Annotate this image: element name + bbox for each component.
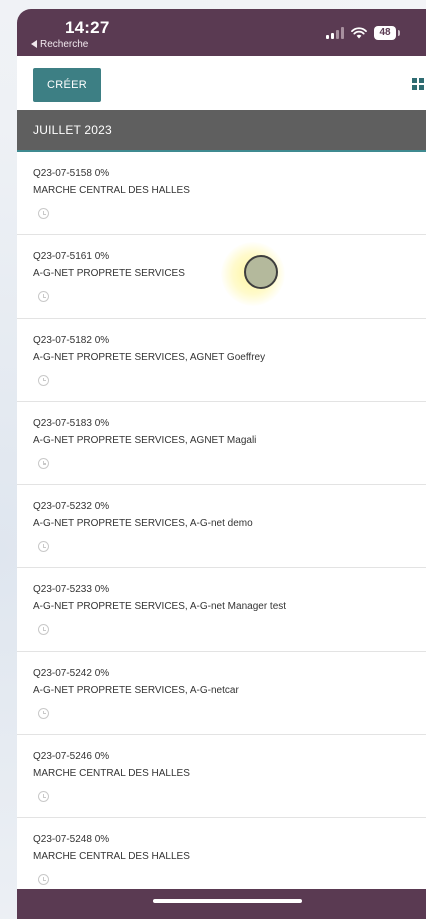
back-to-app-label: Recherche	[40, 39, 89, 50]
status-icons: 48	[326, 25, 400, 41]
back-arrow-icon	[31, 40, 37, 48]
list-item[interactable]: Q23-07-5242 0% A-G-NET PROPRETE SERVICES…	[17, 651, 426, 736]
item-reference: Q23-07-5233 0%	[33, 584, 110, 596]
touch-indicator	[244, 255, 278, 289]
grid-icon[interactable]	[412, 78, 424, 90]
group-header[interactable]: JUILLET 2023	[17, 110, 426, 152]
list-item[interactable]: Q23-07-5183 0% A-G-NET PROPRETE SERVICES…	[17, 401, 426, 486]
cellular-signal-icon	[326, 27, 344, 39]
battery-icon: 48	[374, 26, 400, 40]
item-reference: Q23-07-5242 0%	[33, 667, 110, 679]
list-item[interactable]: Q23-07-5246 0% MARCHE CENTRAL DES HALLES	[17, 735, 426, 819]
back-to-app-link[interactable]: Recherche	[31, 39, 88, 50]
item-reference: Q23-07-5158 0%	[33, 168, 110, 179]
clock-icon[interactable]	[38, 707, 49, 719]
home-indicator[interactable]	[153, 899, 302, 903]
group-header-label: JUILLET 2023	[33, 123, 112, 137]
clock-icon[interactable]	[38, 791, 49, 803]
item-reference: Q23-07-5232 0%	[33, 501, 110, 513]
clock-icon[interactable]	[38, 457, 49, 469]
item-partner: A-G-NET PROPRETE SERVICES, A-G-netcar	[33, 684, 239, 696]
clock-icon[interactable]	[38, 208, 49, 219]
item-partner: A-G-NET PROPRETE SERVICES, A-G-net demo	[33, 518, 253, 530]
create-button[interactable]: CRÉER	[33, 68, 101, 102]
clock-icon[interactable]	[38, 374, 49, 386]
phone-screen: 14:27 Recherche 48 CRÉER JUILLET 2023 Q2…	[17, 9, 426, 919]
item-reference: Q23-07-5248 0%	[33, 834, 110, 846]
wifi-icon	[351, 27, 367, 39]
item-partner: MARCHE CENTRAL DES HALLES	[33, 185, 190, 196]
toolbar: CRÉER	[17, 56, 426, 110]
status-bar: 14:27 Recherche 48	[17, 9, 426, 56]
item-reference: Q23-07-5161 0%	[33, 251, 110, 263]
item-partner: A-G-NET PROPRETE SERVICES	[33, 268, 185, 280]
clock-icon[interactable]	[38, 291, 49, 303]
list-item[interactable]: Q23-07-5182 0% A-G-NET PROPRETE SERVICES…	[17, 318, 426, 402]
item-reference: Q23-07-5246 0%	[33, 751, 110, 763]
clock-icon[interactable]	[38, 624, 49, 636]
status-time: 14:27	[65, 18, 110, 37]
clock-icon[interactable]	[38, 541, 49, 553]
item-reference: Q23-07-5182 0%	[33, 334, 110, 346]
list-item[interactable]: Q23-07-5158 0% MARCHE CENTRAL DES HALLES	[17, 152, 426, 236]
item-partner: MARCHE CENTRAL DES HALLES	[33, 768, 190, 780]
item-reference: Q23-07-5183 0%	[33, 417, 110, 429]
item-partner: MARCHE CENTRAL DES HALLES	[33, 851, 190, 863]
item-partner: A-G-NET PROPRETE SERVICES, AGNET Goeffre…	[33, 351, 266, 363]
list-item[interactable]: Q23-07-5232 0% A-G-NET PROPRETE SERVICES…	[17, 485, 426, 569]
list-item[interactable]: Q23-07-5233 0% A-G-NET PROPRETE SERVICES…	[17, 568, 426, 652]
clock-icon[interactable]	[38, 874, 49, 886]
bottom-bar	[17, 889, 426, 919]
item-partner: A-G-NET PROPRETE SERVICES, A-G-net Manag…	[33, 601, 287, 613]
item-partner: A-G-NET PROPRETE SERVICES, AGNET Magali	[33, 434, 257, 446]
